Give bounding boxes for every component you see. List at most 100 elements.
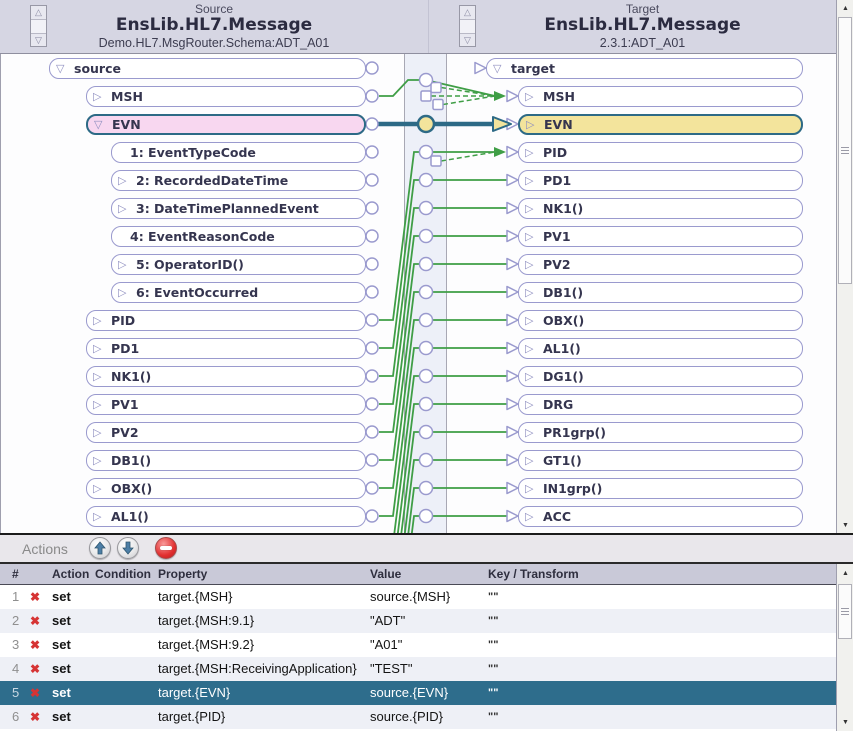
- target-port[interactable]: [507, 147, 518, 158]
- expand-icon[interactable]: ▷: [525, 314, 543, 327]
- source-tree-item-pv2[interactable]: ▷PV2: [86, 422, 366, 443]
- source-port[interactable]: [366, 118, 378, 130]
- source-port[interactable]: [366, 482, 378, 494]
- target-tree-item-db1[interactable]: ▷DB1(): [518, 282, 803, 303]
- target-tree-item-al1[interactable]: ▷AL1(): [518, 338, 803, 359]
- source-tree-item-6eventoccurred[interactable]: ▷6: EventOccurred: [111, 282, 366, 303]
- source-tree-item-obx[interactable]: ▷OBX(): [86, 478, 366, 499]
- spinner-down-icon[interactable]: ▽: [31, 34, 46, 47]
- source-port[interactable]: [366, 370, 378, 382]
- action-node[interactable]: [420, 510, 433, 523]
- expand-icon[interactable]: ▷: [525, 90, 543, 103]
- scroll-down-icon[interactable]: ▼: [838, 714, 853, 730]
- action-row[interactable]: 4✖settarget.{MSH:ReceivingApplication}"T…: [0, 657, 836, 681]
- expand-icon[interactable]: ▷: [525, 426, 543, 439]
- scroll-down-icon[interactable]: ▼: [838, 517, 853, 533]
- target-port[interactable]: [507, 91, 518, 102]
- source-tree-item-nk1[interactable]: ▷NK1(): [86, 366, 366, 387]
- action-row[interactable]: 2✖settarget.{MSH:9.1}"ADT""": [0, 609, 836, 633]
- expand-icon[interactable]: ▷: [525, 370, 543, 383]
- source-port[interactable]: [366, 174, 378, 186]
- collapse-icon[interactable]: ▽: [94, 118, 112, 131]
- action-node[interactable]: [420, 314, 433, 327]
- source-tree-item-pid[interactable]: ▷PID: [86, 310, 366, 331]
- target-port[interactable]: [507, 287, 518, 298]
- delete-action-icon[interactable]: ✖: [30, 657, 40, 681]
- target-doc-spinner[interactable]: △ ▽: [459, 5, 476, 47]
- action-node[interactable]: [420, 454, 433, 467]
- spinner-down-icon[interactable]: ▽: [460, 34, 475, 47]
- delete-action-icon[interactable]: ✖: [30, 705, 40, 729]
- expand-icon[interactable]: ▷: [525, 174, 543, 187]
- expand-icon[interactable]: ▷: [525, 146, 543, 159]
- mapping-line[interactable]: [379, 376, 507, 533]
- literal-action-node[interactable]: [433, 100, 443, 110]
- actions-scrollbar[interactable]: ▲ ▼: [836, 564, 853, 731]
- literal-action-node[interactable]: [431, 156, 441, 166]
- target-tree-item-pid[interactable]: ▷PID: [518, 142, 803, 163]
- action-node[interactable]: [420, 286, 433, 299]
- expand-icon[interactable]: ▷: [525, 286, 543, 299]
- expand-icon[interactable]: ▷: [525, 342, 543, 355]
- scroll-up-icon[interactable]: ▲: [838, 0, 853, 16]
- scroll-up-icon[interactable]: ▲: [838, 565, 853, 581]
- expand-icon[interactable]: ▷: [93, 398, 111, 411]
- target-tree-item-acc[interactable]: ▷ACC: [518, 506, 803, 527]
- collapse-icon[interactable]: ▽: [493, 62, 511, 75]
- delete-action-icon[interactable]: ✖: [30, 609, 40, 633]
- source-port[interactable]: [366, 90, 378, 102]
- target-port[interactable]: [507, 455, 518, 466]
- action-node[interactable]: [420, 426, 433, 439]
- target-tree-item-dg1[interactable]: ▷DG1(): [518, 366, 803, 387]
- expand-icon[interactable]: ▷: [525, 454, 543, 467]
- source-port[interactable]: [366, 286, 378, 298]
- expand-icon[interactable]: ▷: [118, 258, 136, 271]
- target-port[interactable]: [507, 427, 518, 438]
- literal-mapping-line[interactable]: [443, 96, 495, 105]
- action-node[interactable]: [420, 146, 433, 159]
- expand-icon[interactable]: ▷: [93, 454, 111, 467]
- action-row[interactable]: 3✖settarget.{MSH:9.2}"A01""": [0, 633, 836, 657]
- target-port[interactable]: [507, 259, 518, 270]
- source-tree-item-pv1[interactable]: ▷PV1: [86, 394, 366, 415]
- action-node[interactable]: [420, 370, 433, 383]
- target-tree-item-pr1grp[interactable]: ▷PR1grp(): [518, 422, 803, 443]
- action-node[interactable]: [420, 482, 433, 495]
- target-port[interactable]: [507, 343, 518, 354]
- action-node[interactable]: [420, 174, 433, 187]
- remove-action-button[interactable]: [155, 537, 177, 559]
- target-tree-item-msh[interactable]: ▷MSH: [518, 86, 803, 107]
- source-tree-item-msh[interactable]: ▷MSH: [86, 86, 366, 107]
- expand-icon[interactable]: ▷: [118, 286, 136, 299]
- expand-icon[interactable]: ▷: [93, 314, 111, 327]
- literal-mapping-line[interactable]: [441, 152, 495, 161]
- source-tree-item-2recordeddatetime[interactable]: ▷2: RecordedDateTime: [111, 170, 366, 191]
- target-tree-item-drg[interactable]: ▷DRG: [518, 394, 803, 415]
- action-row[interactable]: 5✖settarget.{EVN}source.{EVN}"": [0, 681, 836, 705]
- action-node[interactable]: [420, 258, 433, 271]
- scrollbar-thumb[interactable]: [838, 584, 852, 639]
- source-tree-item-1eventtypecode[interactable]: 1: EventTypeCode: [111, 142, 366, 163]
- source-port[interactable]: [366, 258, 378, 270]
- target-tree-item-pv2[interactable]: ▷PV2: [518, 254, 803, 275]
- source-port[interactable]: [366, 454, 378, 466]
- action-node[interactable]: [420, 74, 433, 87]
- expand-icon[interactable]: ▷: [93, 426, 111, 439]
- action-row[interactable]: 1✖settarget.{MSH}source.{MSH}"": [0, 585, 836, 609]
- source-port[interactable]: [366, 314, 378, 326]
- expand-icon[interactable]: ▷: [93, 342, 111, 355]
- action-row[interactable]: 6✖settarget.{PID}source.{PID}"": [0, 705, 836, 729]
- target-tree-item-nk1[interactable]: ▷NK1(): [518, 198, 803, 219]
- target-port[interactable]: [507, 203, 518, 214]
- expand-icon[interactable]: ▷: [525, 230, 543, 243]
- action-node[interactable]: [420, 230, 433, 243]
- target-tree-item-evn[interactable]: ▷EVN: [518, 114, 803, 135]
- target-tree-item-target[interactable]: ▽target: [486, 58, 803, 79]
- target-tree-item-gt1[interactable]: ▷GT1(): [518, 450, 803, 471]
- expand-icon[interactable]: ▷: [93, 90, 111, 103]
- spinner-up-icon[interactable]: △: [31, 6, 46, 20]
- action-node[interactable]: [420, 342, 433, 355]
- target-port[interactable]: [507, 399, 518, 410]
- expand-icon[interactable]: ▷: [93, 370, 111, 383]
- spinner-track[interactable]: [460, 20, 475, 34]
